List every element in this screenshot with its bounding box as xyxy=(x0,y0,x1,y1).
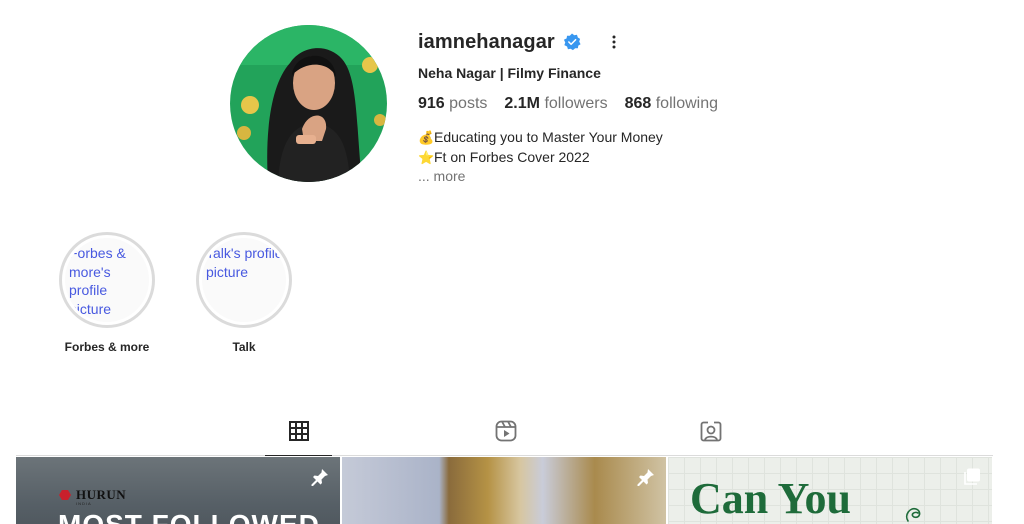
highlight-talk[interactable]: Talk's profile picture Talk xyxy=(189,232,299,354)
bio-more-link[interactable]: ... more xyxy=(418,167,918,187)
reels-icon xyxy=(495,420,516,442)
full-name: Neha Nagar | Filmy Finance xyxy=(418,65,601,81)
following-label: following xyxy=(655,95,718,112)
tab-posts[interactable] xyxy=(265,419,332,456)
highlight-ring[interactable]: Talk's profile picture xyxy=(196,232,292,328)
tab-tagged[interactable] xyxy=(677,419,744,456)
post-headline: MOST FOLLOWED xyxy=(58,509,320,524)
profile-avatar[interactable] xyxy=(230,25,387,182)
decorative-squiggle-icon xyxy=(905,507,921,522)
bio-line-1: 💰Educating you to Master Your Money xyxy=(418,128,918,148)
carousel-icon xyxy=(964,468,980,485)
highlight-label: Forbes & more xyxy=(64,340,150,354)
followers-count: 2.1M xyxy=(504,95,540,112)
hurun-logo-subtext: INDIA xyxy=(76,501,92,506)
username[interactable]: iamnehanagar xyxy=(418,31,555,54)
money-bag-icon: 💰 xyxy=(418,130,435,145)
posts-grid: HURUN INDIA MOST FOLLOWED Can You xyxy=(16,457,993,524)
post-headline: Can You xyxy=(690,474,851,523)
verified-badge-icon xyxy=(563,33,581,51)
hurun-logo-icon xyxy=(59,490,71,500)
bio-line-2: ⭐Ft on Forbes Cover 2022 xyxy=(418,148,918,168)
posts-label: posts xyxy=(449,95,488,112)
tagged-icon xyxy=(700,421,721,442)
bio: 💰Educating you to Master Your Money ⭐Ft … xyxy=(418,128,918,187)
following-stat[interactable]: 868 following xyxy=(625,95,718,113)
highlight-ring[interactable]: Forbes & more's profile picture xyxy=(59,232,155,328)
more-options-icon[interactable] xyxy=(605,33,623,51)
profile-stats: 916 posts 2.1M followers 868 following xyxy=(418,95,918,113)
followers-label: followers xyxy=(544,95,608,112)
hurun-logo: HURUN INDIA xyxy=(58,487,126,506)
bio-line-2-text: Ft on Forbes Cover 2022 xyxy=(434,148,590,165)
profile-header: iamnehanagar Neha Nagar | Filmy Finance … xyxy=(418,29,918,187)
pin-icon xyxy=(311,469,328,486)
post-thumbnail[interactable]: Can You xyxy=(668,457,992,524)
post-thumbnail[interactable]: HURUN INDIA MOST FOLLOWED xyxy=(16,457,340,524)
grid-icon xyxy=(288,421,309,441)
posts-stat: 916 posts xyxy=(418,95,487,113)
following-count: 868 xyxy=(624,95,652,112)
highlight-image-alt: Forbes & more's profile picture xyxy=(65,238,149,322)
highlight-image-alt: Talk's profile picture xyxy=(202,238,286,322)
tab-reels[interactable] xyxy=(472,419,539,456)
profile-photo xyxy=(230,25,387,182)
highlight-label: Talk xyxy=(232,340,256,354)
highlight-forbes[interactable]: Forbes & more's profile picture Forbes &… xyxy=(52,232,162,354)
pin-icon xyxy=(637,469,654,486)
bio-line-1-text: Educating you to Master Your Money xyxy=(434,129,663,145)
post-thumbnail[interactable] xyxy=(342,457,666,524)
username-row: iamnehanagar xyxy=(418,29,918,55)
star-icon: ⭐ xyxy=(418,149,435,165)
posts-count: 916 xyxy=(418,95,445,112)
followers-stat[interactable]: 2.1M followers xyxy=(504,95,607,113)
